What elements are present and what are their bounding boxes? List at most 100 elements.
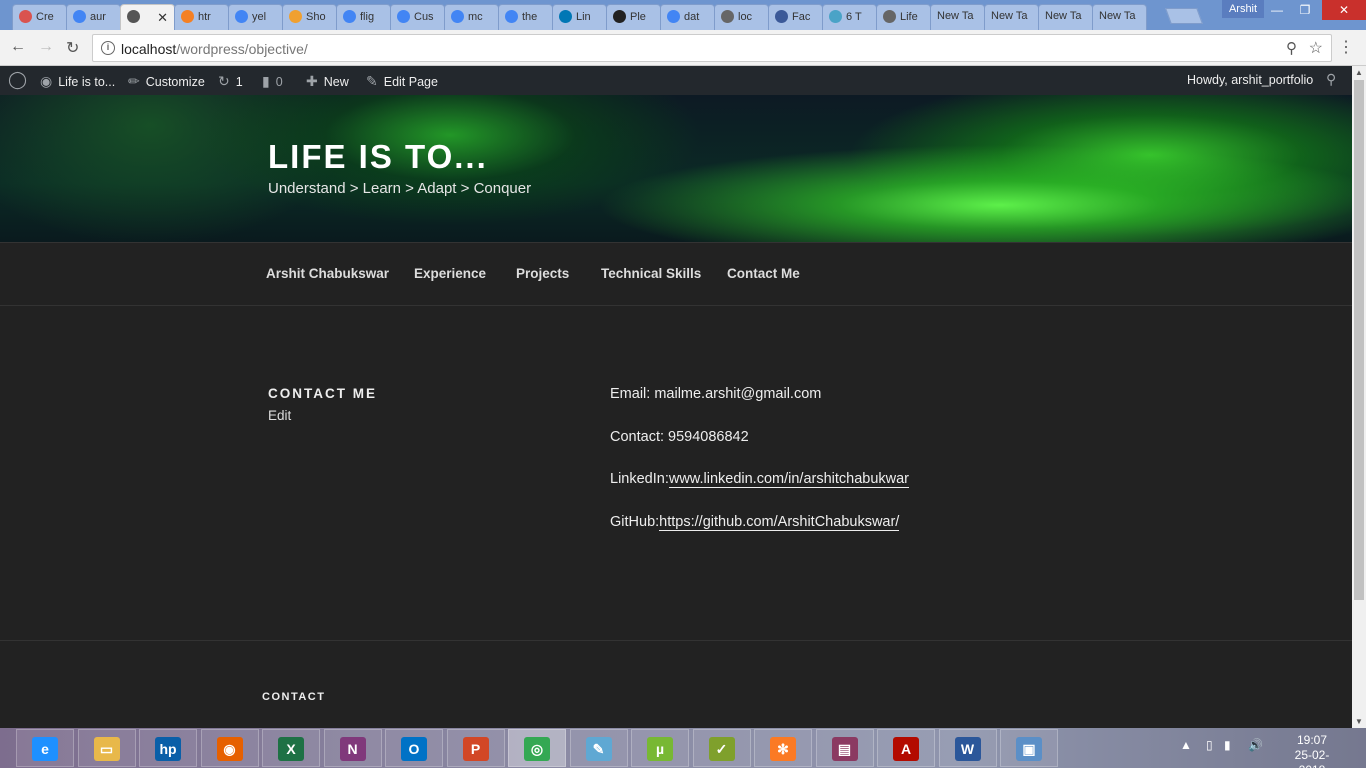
browser-tab[interactable]: New Ta xyxy=(1038,4,1093,30)
wordpress-logo-icon[interactable]: ◯ xyxy=(8,70,27,90)
linkedin-label: LinkedIn: xyxy=(610,471,669,487)
browser-tab[interactable]: yel xyxy=(228,4,283,30)
browser-tab[interactable]: mc xyxy=(444,4,499,30)
browser-tab[interactable]: New Ta xyxy=(984,4,1039,30)
admin-comments[interactable]: ▮ 0 xyxy=(262,73,283,90)
info-icon[interactable]: i xyxy=(101,41,115,55)
browser-tab[interactable]: Fac xyxy=(768,4,823,30)
browser-tab[interactable]: dat xyxy=(660,4,715,30)
profile-button[interactable]: Arshit xyxy=(1222,0,1264,18)
edit-link[interactable]: Edit xyxy=(268,408,291,423)
nav-item-technical-skills[interactable]: Technical Skills xyxy=(601,266,701,281)
hp-icon: hp xyxy=(155,737,181,761)
pencil-icon: ✎ xyxy=(366,73,378,89)
powerpoint-icon: P xyxy=(462,737,489,761)
notepad-icon: ✎ xyxy=(585,737,612,761)
taskbar-editor[interactable]: ✓ xyxy=(692,729,751,767)
zoom-icon[interactable]: ⚲ xyxy=(1286,39,1297,57)
admin-site-name[interactable]: ◉ Life is to... xyxy=(40,73,115,90)
clock-time: 19:07 xyxy=(1296,733,1328,747)
browser-tab[interactable]: Life xyxy=(876,4,931,30)
minimize-icon[interactable]: — xyxy=(1262,0,1292,20)
tab-favicon-icon xyxy=(667,10,680,23)
excel-icon: X xyxy=(278,737,304,761)
tab-label: New Ta xyxy=(1099,10,1136,22)
scrollbar-thumb[interactable] xyxy=(1354,80,1364,600)
bookmark-star-icon[interactable]: ☆ xyxy=(1309,38,1323,58)
admin-customize[interactable]: ✏ Customize xyxy=(128,73,205,90)
restore-icon[interactable]: ❐ xyxy=(1290,0,1320,20)
taskbar-firefox[interactable]: ◉ xyxy=(200,729,259,767)
page-scrollbar[interactable]: ▲ ▼ xyxy=(1352,66,1366,728)
battery-icon[interactable]: ▯ xyxy=(1206,738,1213,752)
linkedin-link[interactable]: www.linkedin.com/in/arshitchabukwar xyxy=(668,471,910,488)
taskbar-outlook[interactable]: O xyxy=(385,729,443,767)
browser-tab[interactable]: Sho xyxy=(282,4,337,30)
taskbar-hp[interactable]: hp xyxy=(139,729,197,767)
new-tab-button[interactable] xyxy=(1165,8,1203,24)
scroll-down-icon[interactable]: ▼ xyxy=(1355,717,1363,726)
tab-label: loc xyxy=(738,11,753,23)
admin-edit-page-label: Edit Page xyxy=(383,75,438,89)
browser-tab[interactable]: Lin xyxy=(552,4,607,30)
browser-tab[interactable]: New Ta xyxy=(930,4,985,30)
browser-toolbar: ← → ↻ i localhost/wordpress/objective/ ⚲… xyxy=(0,30,1366,66)
page-title: CONTACT ME xyxy=(268,386,377,401)
tab-favicon-icon xyxy=(613,10,626,23)
tab-label: 6 T xyxy=(846,11,862,23)
network-icon[interactable]: ▮ xyxy=(1224,738,1231,752)
reload-icon[interactable]: ↻ xyxy=(66,38,79,58)
taskbar-internet-explorer[interactable]: e xyxy=(16,729,74,767)
taskbar-excel[interactable]: X xyxy=(262,729,320,767)
volume-icon[interactable]: 🔊 xyxy=(1248,738,1263,752)
address-bar[interactable]: i localhost/wordpress/objective/ ⚲ ☆ xyxy=(92,34,1332,62)
taskbar-virtualbox[interactable]: ▣ xyxy=(1000,729,1058,767)
close-window-icon[interactable]: ✕ xyxy=(1322,0,1366,20)
browser-tab[interactable]: aur xyxy=(66,4,121,30)
browser-tab[interactable]: ✕ xyxy=(120,4,175,30)
scroll-up-icon[interactable]: ▲ xyxy=(1355,68,1363,77)
nav-item-contact-me[interactable]: Contact Me xyxy=(727,266,800,281)
browser-tab[interactable]: New Ta xyxy=(1092,4,1147,30)
system-clock[interactable]: 19:07 25-02-2018 xyxy=(1282,733,1342,768)
admin-customize-label: Customize xyxy=(145,75,205,89)
taskbar-notepad[interactable]: ✎ xyxy=(569,729,628,767)
nav-item-arshit-chabukswar[interactable]: Arshit Chabukswar xyxy=(266,266,389,281)
nav-item-experience[interactable]: Experience xyxy=(414,266,486,281)
taskbar-winrar[interactable]: ▤ xyxy=(815,729,874,767)
forward-arrow-icon[interactable]: → xyxy=(38,38,54,56)
admin-new[interactable]: ✚ New xyxy=(306,73,349,90)
taskbar-word[interactable]: W xyxy=(938,729,997,767)
browser-tab[interactable]: Cre xyxy=(12,4,67,30)
site-title[interactable]: LIFE IS TO... xyxy=(268,138,488,176)
github-link[interactable]: https://github.com/ArshitChabukswar/ xyxy=(659,514,900,531)
back-arrow-icon[interactable]: ← xyxy=(10,38,26,56)
admin-updates[interactable]: ↻ 1 xyxy=(218,73,243,90)
browser-tab[interactable]: Cus xyxy=(390,4,445,30)
taskbar-chrome[interactable]: ◎ xyxy=(508,729,566,767)
taskbar-xampp[interactable]: ✻ xyxy=(754,729,812,767)
taskbar-utorrent[interactable]: µ xyxy=(631,729,689,767)
browser-tab[interactable]: Ple xyxy=(606,4,661,30)
tray-chevron-icon[interactable]: ▲ xyxy=(1180,738,1192,752)
admin-edit-page[interactable]: ✎ Edit Page xyxy=(366,73,438,90)
tab-label: Sho xyxy=(306,11,326,23)
taskbar-powerpoint[interactable]: P xyxy=(446,729,505,767)
browser-tab[interactable]: the xyxy=(498,4,553,30)
browser-tab[interactable]: loc xyxy=(714,4,769,30)
browser-tab[interactable]: flig xyxy=(336,4,391,30)
tab-close-icon[interactable]: ✕ xyxy=(157,10,168,26)
taskbar-file-explorer[interactable]: ▭ xyxy=(77,729,136,767)
taskbar-onenote[interactable]: N xyxy=(323,729,382,767)
dashboard-icon: ◉ xyxy=(40,73,53,89)
admin-howdy[interactable]: Howdy, arshit_portfolio xyxy=(1187,73,1313,87)
browser-tab[interactable]: 6 T xyxy=(822,4,877,30)
url-text: localhost/wordpress/objective/ xyxy=(121,41,308,57)
admin-search-icon[interactable]: ⚲ xyxy=(1326,71,1336,88)
browser-menu-icon[interactable]: ⋮ xyxy=(1338,37,1354,57)
clock-date: 25-02-2018 xyxy=(1294,748,1330,768)
nav-item-projects[interactable]: Projects xyxy=(516,266,569,281)
taskbar-acrobat[interactable]: A xyxy=(877,729,935,767)
browser-tab[interactable]: htr xyxy=(174,4,229,30)
wp-admin-bar: ◯ ◉ Life is to... ✏ Customize ↻ 1 ▮ 0 ✚ New ✎… xyxy=(0,66,1352,95)
